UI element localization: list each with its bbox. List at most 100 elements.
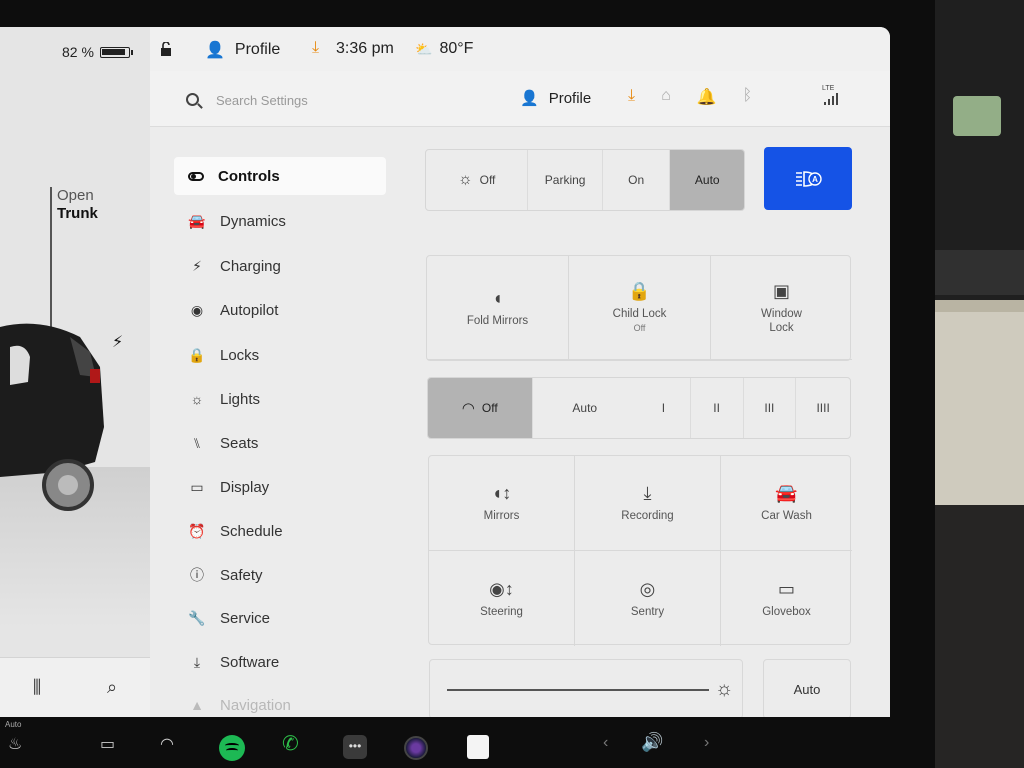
battery-icon	[99, 46, 133, 58]
display-brightness-slider[interactable]: ☼	[429, 659, 743, 717]
window-lock-button[interactable]: ▣ Window Lock	[711, 256, 852, 360]
charge-port-icon[interactable]: ⚡	[112, 332, 123, 352]
map-search-icon[interactable]: ⌕	[107, 677, 117, 698]
wiper-speed-selector: ◠ Off Auto I II III IIII	[427, 377, 851, 439]
car-rear-image	[0, 323, 104, 511]
search-icon	[186, 93, 199, 106]
glovebox-label: Glovebox	[762, 605, 811, 618]
search-settings-input[interactable]	[216, 89, 476, 111]
home-icon[interactable]: ⌂	[661, 87, 671, 107]
sidebar-item-charging[interactable]: ⚡ Charging	[174, 247, 386, 285]
mirror-lock-controls: ◖ Fold Mirrors 🔒 Child Lock Off ▣ Window…	[426, 255, 852, 361]
sidebar-item-seats[interactable]: ⑊ Seats	[174, 424, 386, 462]
lte-signal-icon: LTE	[820, 85, 848, 107]
wipers-speed-4-option[interactable]: IIII	[796, 378, 850, 438]
volume-down-chevron-icon[interactable]: ‹	[603, 734, 608, 752]
wipers-off-option[interactable]: ◠ Off	[428, 378, 533, 438]
status-profile-label: Profile	[234, 41, 281, 58]
headlights-on-option[interactable]: On	[603, 150, 671, 210]
spotify-app-icon[interactable]	[219, 735, 245, 761]
wipers-speed-3-option[interactable]: III	[744, 378, 797, 438]
fold-mirrors-button[interactable]: ◖ Fold Mirrors	[427, 256, 569, 360]
seat-heater-icon[interactable]: ♨	[8, 734, 22, 754]
clock: 3:36 pm	[336, 40, 394, 57]
settings-sidebar: Controls 🚘 Dynamics ⚡ Charging ◉ Autopil…	[150, 127, 400, 717]
sidebar-item-software[interactable]: ⤓ Software	[174, 643, 386, 681]
display-icon: ▭	[190, 478, 204, 495]
sidebar-item-schedule[interactable]: ⏰ Schedule	[174, 512, 386, 550]
sidebar-item-label: Schedule	[220, 522, 283, 540]
sidebar-item-navigation[interactable]: ▲ Navigation	[174, 686, 386, 717]
recording-button[interactable]: ⤓ Recording	[575, 456, 721, 551]
svg-text:A: A	[812, 175, 818, 184]
bell-icon[interactable]: 🔔	[697, 87, 717, 107]
sentry-icon: ◎	[639, 578, 656, 599]
phone-app-icon[interactable]: ✆	[282, 731, 299, 756]
header-profile-label: Profile	[548, 89, 592, 107]
sliders-icon[interactable]: ⫼	[33, 677, 41, 698]
wipers-speed-1-label: I	[661, 401, 666, 415]
car-panel-toolbar: ⫼ ⌕	[0, 657, 150, 717]
sidebar-item-lights[interactable]: ☼ Lights	[174, 380, 386, 418]
brightness-track[interactable]	[447, 689, 709, 691]
glovebox-icon: ▭	[777, 578, 795, 599]
sidebar-item-label: Display	[220, 478, 270, 496]
sidebar-item-dynamics[interactable]: 🚘 Dynamics	[174, 202, 386, 240]
headlight-sun-icon: ☼	[457, 171, 473, 188]
headlights-parking-option[interactable]: Parking	[528, 150, 603, 210]
brightness-auto-button[interactable]: Auto	[763, 659, 851, 717]
sidebar-item-locks[interactable]: 🔒 Locks	[174, 336, 386, 374]
controls-panel: ☼ Off Parking On Auto A ◖ Fold Mirrors 🔒…	[400, 127, 890, 717]
headlights-auto-option[interactable]: Auto	[670, 150, 744, 210]
child-lock-button[interactable]: 🔒 Child Lock Off	[569, 256, 711, 360]
window-lock-label-line2: Lock	[769, 321, 794, 334]
more-apps-icon[interactable]: •••	[343, 735, 367, 759]
sidebar-item-display[interactable]: ▭ Display	[174, 468, 386, 506]
calendar-app-icon[interactable]	[467, 735, 489, 759]
mirrors-adjust-button[interactable]: ◖↕ Mirrors	[429, 456, 575, 551]
partly-cloudy-icon: ⛅	[415, 40, 433, 57]
front-defrost-icon[interactable]: ◠	[160, 734, 174, 754]
status-profile[interactable]: 👤 Profile	[205, 40, 280, 60]
fold-mirrors-label: Fold Mirrors	[466, 314, 529, 327]
mirrors-label: Mirrors	[483, 510, 520, 522]
volume-speaker-icon[interactable]: 🔊	[641, 732, 663, 753]
wipers-auto-option[interactable]: Auto	[533, 378, 638, 438]
door-lower	[935, 505, 1024, 768]
steering-label: Steering	[480, 605, 523, 618]
sentry-label: Sentry	[630, 605, 665, 618]
wrench-icon: 🔧	[188, 609, 206, 626]
header-profile-button[interactable]: 👤 Profile	[520, 89, 592, 108]
auto-high-beam-button[interactable]: A	[764, 147, 852, 210]
outside-temperature: 80°F	[439, 40, 474, 57]
steering-adjust-button[interactable]: ◉↕ Steering	[429, 551, 575, 646]
sidebar-item-controls[interactable]: Controls	[174, 157, 386, 195]
alarm-clock-icon: ⏰	[188, 522, 206, 539]
sidebar-item-label: Software	[220, 653, 280, 671]
person-icon: 👤	[205, 42, 225, 59]
sidebar-item-service[interactable]: 🔧 Service	[174, 599, 386, 637]
window-lock-icon: ▣	[772, 280, 790, 301]
car-wash-button[interactable]: 🚘 Car Wash	[721, 456, 852, 551]
lock-icon: 🔒	[188, 346, 206, 363]
bluetooth-icon[interactable]: ᛒ	[743, 87, 753, 107]
status-bar: 👤 Profile ⤓ 3:36 pm ⛅ 80°F	[150, 27, 890, 71]
wipers-off-label: Off	[481, 401, 498, 415]
camera-app-icon[interactable]	[404, 736, 428, 760]
headlights-off-option[interactable]: ☼ Off	[426, 150, 529, 210]
software-download-icon[interactable]: ⤓	[628, 87, 635, 107]
download-icon[interactable]: ⤓	[312, 39, 319, 57]
sidebar-item-safety[interactable]: ⓘ Safety	[174, 556, 386, 594]
sentry-button[interactable]: ◎ Sentry	[575, 551, 721, 646]
glovebox-button[interactable]: ▭ Glovebox	[721, 551, 852, 646]
seat-icon: ⑊	[192, 435, 202, 451]
wipers-speed-2-option[interactable]: II	[691, 378, 744, 438]
mirror-adjust-icon: ◖↕	[491, 483, 512, 503]
sidebar-item-autopilot[interactable]: ◉ Autopilot	[174, 291, 386, 329]
child-lock-label: Child Lock	[612, 307, 667, 320]
battery-status: 82 %	[62, 44, 133, 60]
rear-defrost-icon[interactable]: ▭	[100, 734, 115, 754]
volume-up-chevron-icon[interactable]: ›	[704, 734, 709, 752]
unlock-icon[interactable]	[160, 42, 172, 56]
wipers-speed-1-option[interactable]: I	[637, 378, 691, 438]
